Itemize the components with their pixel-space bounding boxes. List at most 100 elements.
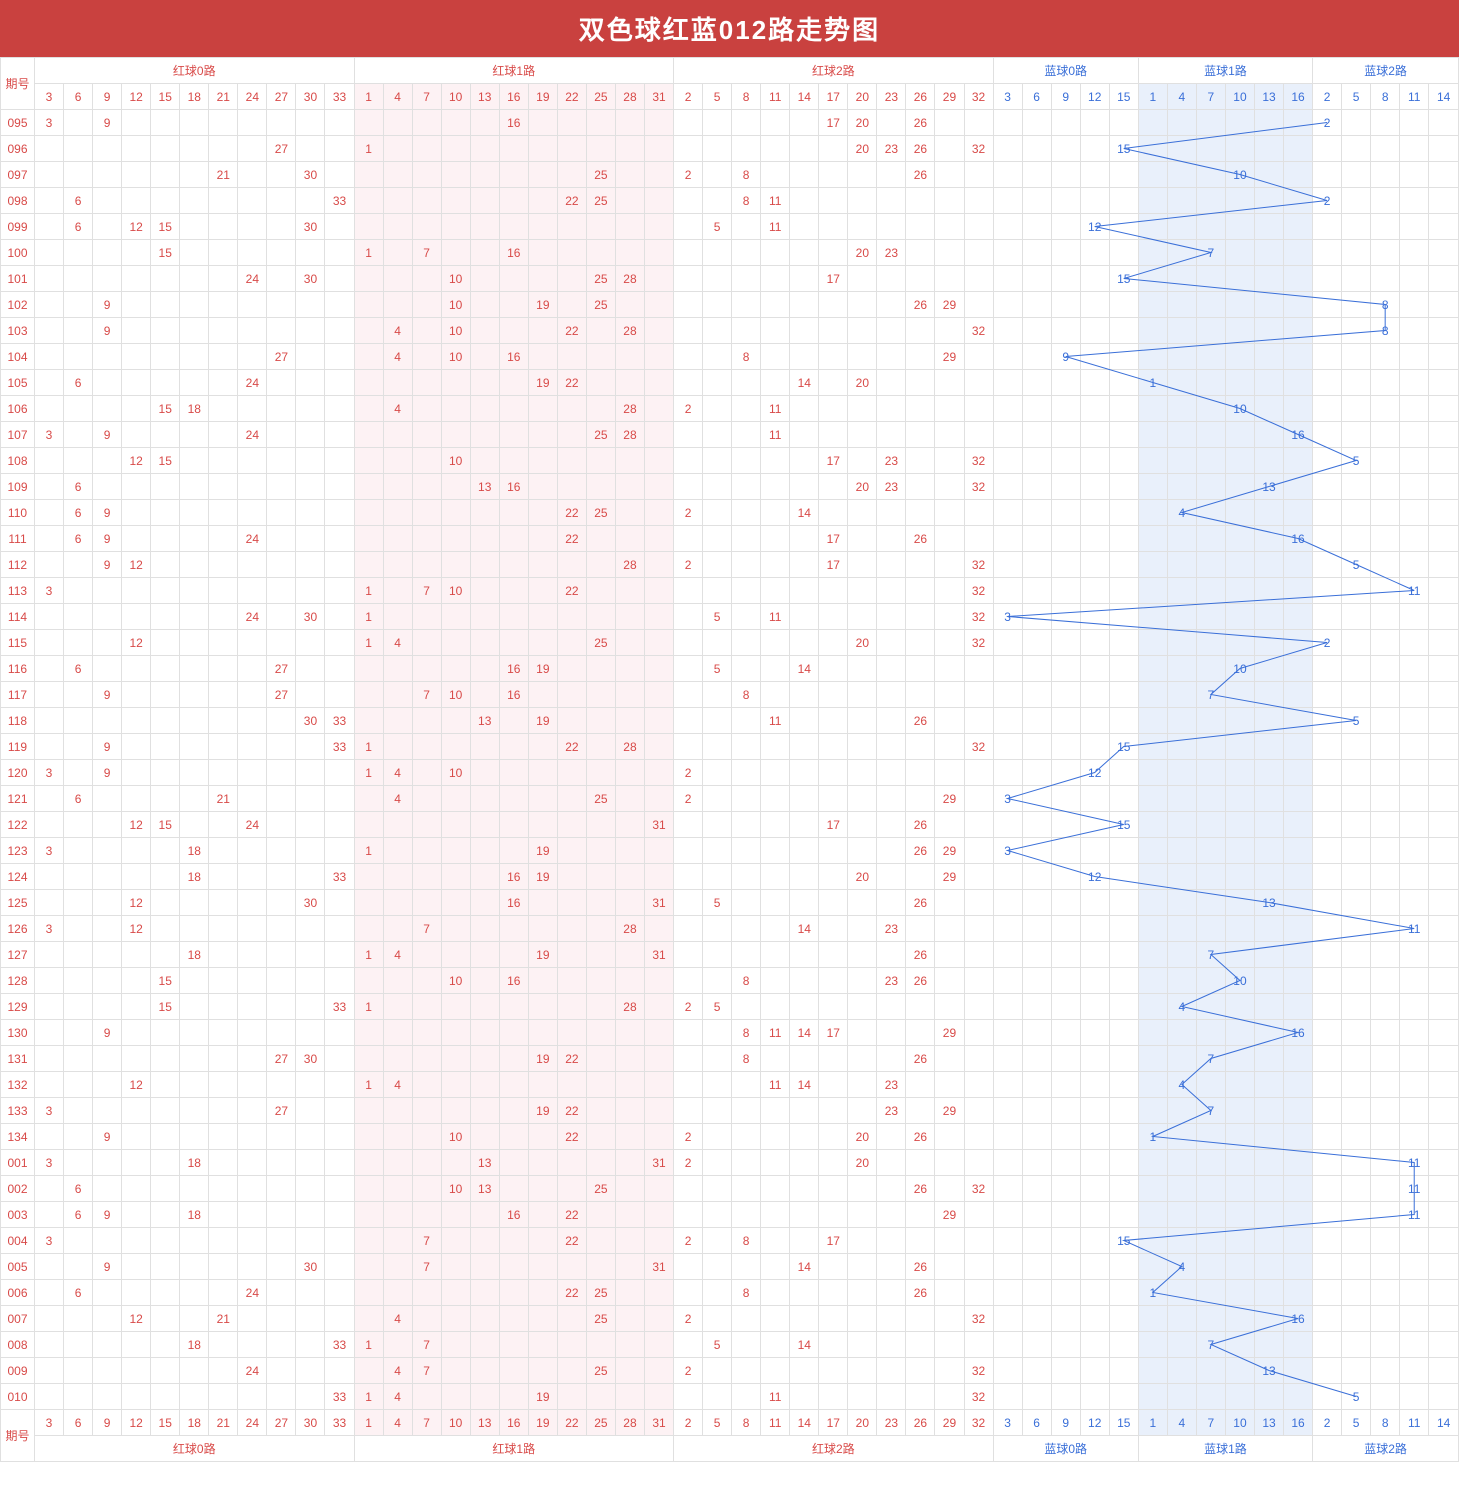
data-cell: 5 <box>703 994 732 1020</box>
data-cell: 4 <box>383 396 412 422</box>
data-row: 107392425281116 <box>1 422 1459 448</box>
data-cell <box>267 708 296 734</box>
period-cell: 009 <box>1 1358 35 1384</box>
data-cell <box>1051 1124 1080 1150</box>
data-cell <box>267 552 296 578</box>
data-cell <box>1284 1332 1313 1358</box>
data-cell <box>325 110 354 136</box>
num-header: 3 <box>35 1410 64 1436</box>
data-cell <box>151 162 180 188</box>
data-cell <box>35 864 64 890</box>
data-cell <box>470 1306 499 1332</box>
data-cell <box>1167 266 1196 292</box>
data-cell <box>877 604 906 630</box>
data-cell: 22 <box>557 1202 586 1228</box>
data-cell <box>1051 1384 1080 1410</box>
period-cell: 111 <box>1 526 35 552</box>
data-cell <box>64 630 93 656</box>
data-cell <box>1225 630 1254 656</box>
data-cell <box>1022 1072 1051 1098</box>
data-cell: 22 <box>557 1280 586 1306</box>
data-cell <box>1400 1384 1429 1410</box>
data-cell <box>441 552 470 578</box>
data-cell <box>935 968 964 994</box>
data-cell <box>267 214 296 240</box>
data-cell <box>877 526 906 552</box>
data-cell: 13 <box>1254 1358 1283 1384</box>
data-cell <box>35 630 64 656</box>
num-header: 14 <box>790 1410 819 1436</box>
data-cell <box>935 422 964 448</box>
data-cell <box>180 1020 209 1046</box>
num-header: 10 <box>441 1410 470 1436</box>
data-cell <box>528 266 557 292</box>
data-cell <box>180 968 209 994</box>
data-cell <box>1080 1202 1109 1228</box>
data-cell <box>441 916 470 942</box>
data-cell <box>383 1202 412 1228</box>
data-cell <box>761 1046 790 1072</box>
data-cell <box>470 994 499 1020</box>
data-cell <box>1254 318 1283 344</box>
data-cell <box>470 1280 499 1306</box>
data-cell <box>1313 786 1342 812</box>
data-cell: 5 <box>1342 552 1371 578</box>
data-cell <box>383 110 412 136</box>
data-cell <box>383 370 412 396</box>
data-cell <box>1109 682 1138 708</box>
data-cell <box>528 786 557 812</box>
data-cell <box>1109 474 1138 500</box>
data-cell <box>1371 864 1400 890</box>
data-cell <box>1167 162 1196 188</box>
data-cell <box>819 890 848 916</box>
data-cell <box>267 396 296 422</box>
data-cell: 6 <box>64 214 93 240</box>
data-cell <box>674 630 703 656</box>
data-row: 1216214252293 <box>1 786 1459 812</box>
data-cell <box>383 292 412 318</box>
data-cell <box>1342 1280 1371 1306</box>
data-cell <box>180 604 209 630</box>
data-cell <box>615 1384 644 1410</box>
data-cell <box>790 292 819 318</box>
data-cell <box>93 162 122 188</box>
data-cell <box>35 526 64 552</box>
data-cell <box>180 1384 209 1410</box>
data-cell <box>586 1228 615 1254</box>
data-cell <box>935 630 964 656</box>
num-header: 14 <box>1429 84 1459 110</box>
data-cell <box>441 370 470 396</box>
data-cell <box>296 1280 325 1306</box>
data-cell: 4 <box>1167 1254 1196 1280</box>
period-cell: 101 <box>1 266 35 292</box>
data-cell <box>1167 604 1196 630</box>
data-cell <box>703 708 732 734</box>
data-cell <box>1429 292 1459 318</box>
data-cell <box>1342 1254 1371 1280</box>
data-cell <box>267 318 296 344</box>
data-cell <box>1196 292 1225 318</box>
data-cell <box>267 916 296 942</box>
data-cell <box>354 1124 383 1150</box>
data-cell <box>325 1358 354 1384</box>
num-header: 10 <box>1225 1410 1254 1436</box>
data-cell <box>964 1202 993 1228</box>
data-cell: 5 <box>1342 708 1371 734</box>
data-cell <box>441 1072 470 1098</box>
data-cell: 4 <box>383 786 412 812</box>
data-cell <box>819 968 848 994</box>
data-cell <box>761 1254 790 1280</box>
data-cell: 4 <box>383 1358 412 1384</box>
data-cell <box>1225 344 1254 370</box>
data-cell <box>993 1228 1022 1254</box>
data-cell <box>790 552 819 578</box>
data-cell <box>1051 682 1080 708</box>
data-cell <box>586 708 615 734</box>
data-cell <box>1051 1358 1080 1384</box>
data-cell <box>1225 474 1254 500</box>
data-cell <box>615 1332 644 1358</box>
data-cell <box>209 136 238 162</box>
data-cell: 33 <box>325 1384 354 1410</box>
data-cell <box>1080 812 1109 838</box>
data-cell: 14 <box>790 1072 819 1098</box>
